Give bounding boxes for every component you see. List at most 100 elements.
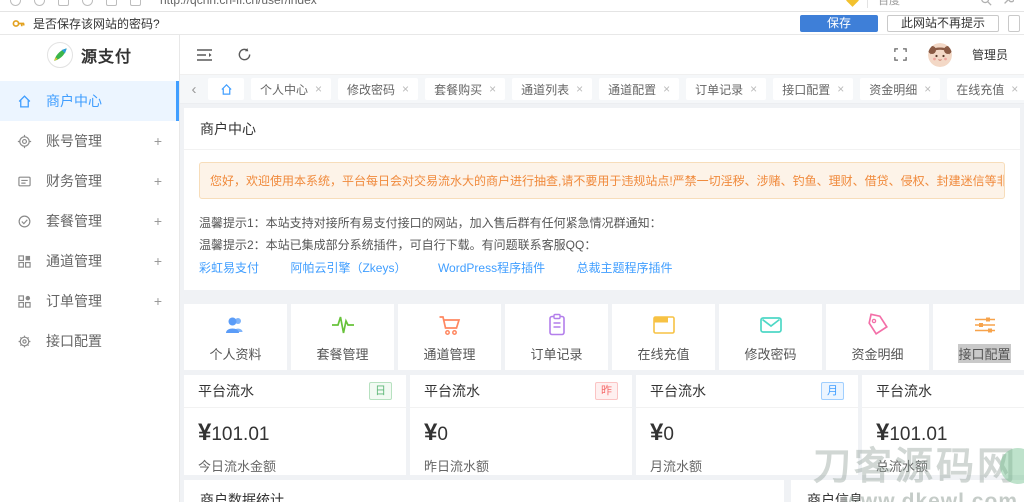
- tab-label: 通道配置: [608, 81, 656, 98]
- close-icon[interactable]: ×: [750, 83, 757, 95]
- tab-online-recharge[interactable]: 在线充值×: [947, 78, 1024, 100]
- shortcut-funds[interactable]: 资金明细: [826, 304, 929, 370]
- folder-icon[interactable]: [130, 0, 141, 6]
- close-icon[interactable]: ×: [402, 83, 409, 95]
- close-icon[interactable]: ×: [489, 83, 496, 95]
- avatar[interactable]: [928, 43, 952, 67]
- link-wordpress-plugin[interactable]: WordPress程序插件: [438, 261, 545, 275]
- window-icon: [651, 312, 677, 338]
- tabs-scroll-left-icon[interactable]: ‹: [187, 81, 201, 98]
- sidebar-menu: 商户中心 账号管理 + 财务管理 + 套餐管理 +: [0, 75, 179, 361]
- tab-package-purchase[interactable]: 套餐购买 ×: [425, 78, 505, 100]
- tools-icon[interactable]: [1002, 0, 1014, 6]
- shortcut-profile[interactable]: 个人资料: [184, 304, 287, 370]
- sidebar-item-api[interactable]: 接口配置: [0, 321, 179, 361]
- back-icon[interactable]: [10, 0, 21, 6]
- clipboard-icon: [544, 312, 570, 338]
- shortcut-package[interactable]: 套餐管理: [291, 304, 394, 370]
- tab-channel-config[interactable]: 通道配置 ×: [599, 78, 679, 100]
- sidebar-item-package[interactable]: 套餐管理 +: [0, 201, 179, 241]
- tab-api-config[interactable]: 接口配置 ×: [773, 78, 853, 100]
- shortcut-api[interactable]: 接口配置: [933, 304, 1024, 370]
- tab-fund-details[interactable]: 资金明细 ×: [860, 78, 940, 100]
- sidebar-item-finance[interactable]: 财务管理 +: [0, 161, 179, 201]
- shortcut-channel[interactable]: 通道管理: [398, 304, 501, 370]
- stat-label: 今日流水金额: [184, 447, 406, 484]
- close-icon[interactable]: ×: [576, 83, 583, 95]
- tab-home[interactable]: [208, 78, 244, 100]
- search-icon[interactable]: [980, 0, 992, 6]
- sidebar-item-merchant-center[interactable]: 商户中心: [0, 81, 179, 121]
- tab-bar: ‹ 个人中心× 修改密码× 套餐购买 × 通道列表 × 通道配置 × 订单记录 × 接口…: [180, 75, 1024, 104]
- app-logo[interactable]: 源支付: [0, 35, 179, 75]
- sidebar-item-label: 套餐管理: [46, 211, 102, 231]
- link-rainbow-epay[interactable]: 彩虹易支付: [199, 261, 259, 275]
- stat-title: 平台流水: [198, 381, 254, 401]
- page-title: 商户中心: [184, 108, 1020, 150]
- home-tab-icon: [220, 83, 233, 96]
- expand-icon: +: [154, 293, 162, 309]
- link-apayun-zkeys[interactable]: 阿帕云引擎（Zkeys）: [290, 261, 406, 275]
- tab-label: 接口配置: [782, 81, 830, 98]
- shortcut-grid: 个人资料 套餐管理 通道管理 订单记录: [184, 304, 1020, 370]
- dismiss-password-button[interactable]: 此网站不再提示: [887, 15, 999, 32]
- stats-row: 平台流水 日 ¥101.01 今日流水金额 平台流水 昨 ¥0 昨日流水额: [184, 375, 1020, 475]
- browser-plugin-icon[interactable]: [846, 0, 859, 6]
- tab-label: 资金明细: [869, 81, 917, 98]
- browser-bar: http://qchh.cn-fi.ch/user/index 百度: [0, 0, 1024, 12]
- stat-label: 总流水额: [862, 447, 1024, 484]
- tab-order-records[interactable]: 订单记录 ×: [686, 78, 766, 100]
- merchant-info-title: 商户信息: [791, 480, 1024, 502]
- merchant-info-panel: 商户信息: [791, 480, 1024, 502]
- address-bar[interactable]: http://qchh.cn-fi.ch/user/index: [160, 0, 317, 7]
- close-icon[interactable]: ×: [924, 83, 931, 95]
- shortcut-orders[interactable]: 订单记录: [505, 304, 608, 370]
- stat-value: ¥101.01: [862, 408, 1024, 447]
- forward-icon[interactable]: [34, 0, 45, 6]
- main-header: 管理员: [180, 35, 1024, 75]
- bottom-panels: 商户数据统计 商户信息: [184, 480, 1020, 502]
- api-icon: [17, 334, 35, 349]
- warning-alert: 您好，欢迎使用本系统，平台每日会对交易流水大的商户进行抽查,请不要用于违规站点!…: [199, 162, 1005, 199]
- home-icon: [17, 94, 35, 109]
- tab-channel-list[interactable]: 通道列表 ×: [512, 78, 592, 100]
- close-prompt-button[interactable]: [1008, 15, 1020, 32]
- stat-title: 平台流水: [876, 381, 932, 401]
- shortcut-password[interactable]: 修改密码: [719, 304, 822, 370]
- tab-change-password[interactable]: 修改密码×: [338, 78, 418, 100]
- search-engine-select[interactable]: 百度: [867, 0, 970, 8]
- refresh-icon[interactable]: [237, 47, 252, 62]
- stat-label: 昨日流水额: [410, 447, 632, 484]
- sidebar-item-order[interactable]: 订单管理 +: [0, 281, 179, 321]
- order-icon: [17, 294, 35, 309]
- tag-icon: [865, 312, 891, 338]
- close-icon[interactable]: ×: [315, 83, 322, 95]
- tab-personal-center[interactable]: 个人中心×: [251, 78, 331, 100]
- close-icon[interactable]: ×: [663, 83, 670, 95]
- user-name[interactable]: 管理员: [972, 46, 1008, 63]
- sidebar-item-channel[interactable]: 通道管理 +: [0, 241, 179, 281]
- tab-label: 通道列表: [521, 81, 569, 98]
- shortcut-label: 个人资料: [209, 344, 261, 363]
- gear-icon: [17, 134, 35, 149]
- stat-value: ¥0: [410, 408, 632, 447]
- close-icon[interactable]: ×: [1011, 83, 1018, 95]
- home-browser-icon[interactable]: [58, 0, 69, 6]
- fullscreen-icon[interactable]: [893, 47, 908, 62]
- sidebar-item-label: 账号管理: [46, 131, 102, 151]
- link-zongcai-theme-plugin[interactable]: 总裁主题程序插件: [577, 261, 673, 275]
- day-badge: 日: [369, 382, 392, 400]
- sliders-icon: [972, 312, 998, 338]
- sidebar-item-label: 通道管理: [46, 251, 102, 271]
- tab-label: 套餐购买: [434, 81, 482, 98]
- bookmark-icon[interactable]: [106, 0, 117, 6]
- sidebar-item-account[interactable]: 账号管理 +: [0, 121, 179, 161]
- sidebar-item-label: 接口配置: [46, 331, 102, 351]
- expand-icon: +: [154, 133, 162, 149]
- shortcut-recharge[interactable]: 在线充值: [612, 304, 715, 370]
- collapse-menu-icon[interactable]: [196, 48, 213, 62]
- save-password-button[interactable]: 保存: [800, 15, 878, 32]
- refresh-browser-icon[interactable]: [82, 0, 93, 6]
- close-icon[interactable]: ×: [837, 83, 844, 95]
- tab-label: 订单记录: [695, 81, 743, 98]
